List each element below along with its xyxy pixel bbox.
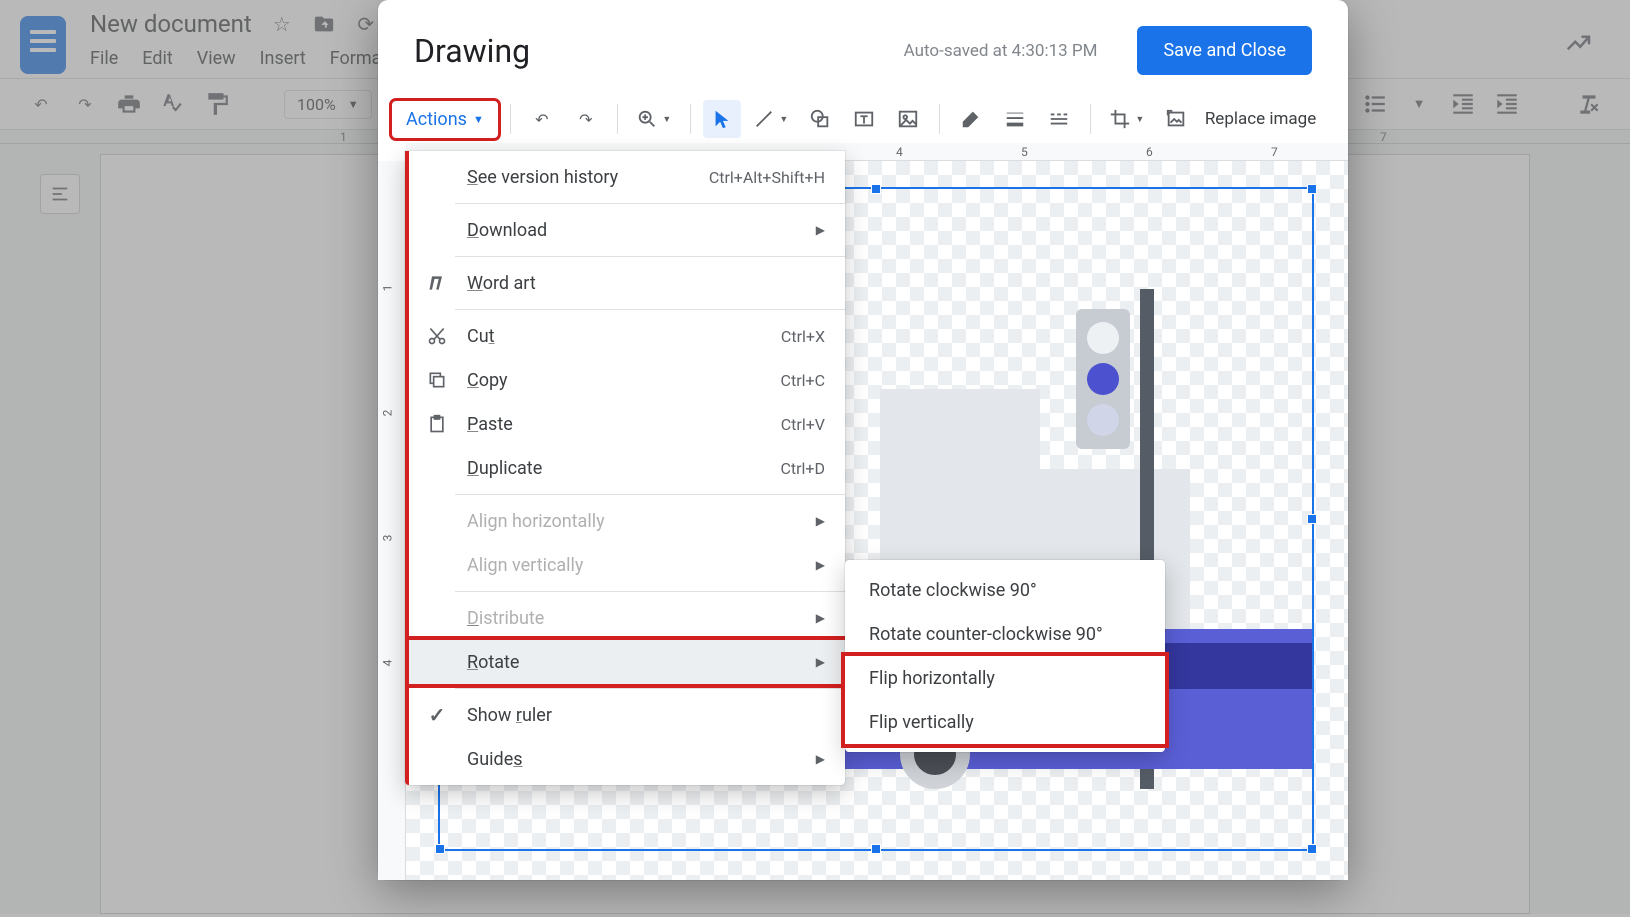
undo-icon[interactable]: ↶ [28, 91, 54, 117]
border-color-icon[interactable] [952, 100, 990, 138]
paste-icon [423, 414, 451, 434]
menu-insert[interactable]: Insert [260, 48, 306, 69]
submenu-arrow-icon: ▶ [816, 655, 825, 669]
ruler-mark: 4 [380, 660, 394, 667]
submenu-item-flip-horizontal[interactable]: Flip horizontally [845, 656, 1165, 700]
shortcut-label: Ctrl+V [781, 415, 825, 434]
menu-item-rotate[interactable]: Rotate ▶ [409, 640, 845, 684]
undo-icon[interactable]: ↶ [523, 100, 561, 138]
shortcut-label: Ctrl+C [781, 371, 825, 390]
drawing-ruler-vertical: 1 2 3 4 [378, 161, 406, 880]
reset-image-icon[interactable] [1157, 100, 1195, 138]
menu-item-word-art[interactable]: Word art [409, 261, 845, 305]
indent-increase-icon[interactable] [1494, 91, 1520, 117]
actions-label: Actions [406, 109, 467, 130]
menu-file[interactable]: File [90, 48, 118, 69]
menu-item-guides[interactable]: Guides ▶ [409, 737, 845, 781]
border-dash-icon[interactable] [1040, 100, 1078, 138]
menu-item-download[interactable]: Download ▶ [409, 208, 845, 252]
menu-item-version-history[interactable]: See version history Ctrl+Alt+Shift+H [409, 155, 845, 199]
document-title[interactable]: New document [90, 10, 252, 38]
border-weight-icon[interactable] [996, 100, 1034, 138]
ruler-mark: 1 [380, 285, 394, 292]
autosave-status: Auto-saved at 4:30:13 PM [904, 41, 1098, 61]
ruler-mark: 6 [1146, 145, 1153, 159]
save-and-close-button[interactable]: Save and Close [1137, 26, 1312, 75]
submenu-arrow-icon: ▶ [816, 514, 825, 528]
shortcut-label: Ctrl+X [781, 327, 825, 346]
zoom-icon[interactable] [630, 100, 678, 138]
indent-decrease-icon[interactable] [1450, 91, 1476, 117]
bullets-icon[interactable] [1362, 91, 1388, 117]
line-tool-icon[interactable] [747, 100, 795, 138]
print-icon[interactable] [116, 91, 142, 117]
submenu-arrow-icon: ▶ [816, 558, 825, 572]
submenu-item-flip-vertical[interactable]: Flip vertically [845, 700, 1165, 744]
menu-view[interactable]: View [197, 48, 236, 69]
menu-item-copy[interactable]: Copy Ctrl+C [409, 358, 845, 402]
move-to-icon[interactable] [312, 12, 336, 36]
chevron-down-icon[interactable]: ▼ [1406, 91, 1432, 117]
submenu-arrow-icon: ▶ [816, 611, 825, 625]
replace-image-button[interactable]: Replace image [1205, 109, 1316, 129]
textbox-tool-icon[interactable] [845, 100, 883, 138]
image-tool-icon[interactable] [889, 100, 927, 138]
cloud-status-icon: ⟳ [354, 12, 378, 36]
menu-edit[interactable]: Edit [142, 48, 172, 69]
word-art-icon [423, 273, 451, 293]
menu-item-duplicate[interactable]: Duplicate Ctrl+D [409, 446, 845, 490]
actions-menu: See version history Ctrl+Alt+Shift+H Dow… [405, 151, 845, 785]
submenu-arrow-icon: ▶ [816, 223, 825, 237]
cut-icon [423, 326, 451, 346]
docs-logo-icon [20, 16, 66, 74]
menu-item-cut[interactable]: Cut Ctrl+X [409, 314, 845, 358]
menu-item-distribute: Distribute ▶ [409, 596, 845, 640]
menu-item-align-vertically: Align vertically ▶ [409, 543, 845, 587]
ruler-mark: 7 [1271, 145, 1278, 159]
crop-icon[interactable] [1103, 100, 1151, 138]
menu-item-show-ruler[interactable]: ✓ Show ruler [409, 693, 845, 737]
spellcheck-icon[interactable] [160, 91, 186, 117]
submenu-arrow-icon: ▶ [816, 752, 825, 766]
shortcut-label: Ctrl+D [780, 459, 825, 478]
ruler-mark: 3 [380, 535, 394, 542]
outline-toggle-icon[interactable] [40, 174, 80, 214]
ruler-mark: 4 [896, 145, 903, 159]
submenu-item-rotate-cw[interactable]: Rotate clockwise 90° [845, 568, 1165, 612]
ruler-mark: 1 [340, 130, 347, 144]
drawing-toolbar: Actions ▼ ↶ ↷ [378, 95, 1348, 143]
star-icon[interactable]: ☆ [270, 12, 294, 36]
redo-icon[interactable]: ↷ [567, 100, 605, 138]
redo-icon[interactable]: ↷ [72, 91, 98, 117]
menu-item-align-horizontally: Align horizontally ▶ [409, 499, 845, 543]
check-icon: ✓ [423, 703, 451, 727]
activity-icon[interactable] [1564, 28, 1594, 66]
copy-icon [423, 370, 451, 390]
submenu-item-rotate-ccw[interactable]: Rotate counter-clockwise 90° [845, 612, 1165, 656]
drawing-title: Drawing [414, 32, 530, 70]
shortcut-label: Ctrl+Alt+Shift+H [709, 168, 825, 187]
ruler-mark: 7 [1380, 130, 1387, 144]
shape-tool-icon[interactable] [801, 100, 839, 138]
select-tool-icon[interactable] [703, 100, 741, 138]
zoom-select[interactable]: 100% ▼ [284, 90, 372, 119]
ruler-mark: 2 [380, 410, 394, 417]
actions-button[interactable]: Actions ▼ [392, 101, 498, 138]
rotate-submenu: Rotate clockwise 90° Rotate counter-cloc… [845, 560, 1165, 752]
chevron-down-icon: ▼ [473, 113, 484, 126]
ruler-mark: 5 [1021, 145, 1028, 159]
menu-item-paste[interactable]: Paste Ctrl+V [409, 402, 845, 446]
clear-format-icon[interactable] [1576, 91, 1602, 117]
paint-format-icon[interactable] [204, 91, 230, 117]
zoom-value: 100% [297, 95, 336, 114]
